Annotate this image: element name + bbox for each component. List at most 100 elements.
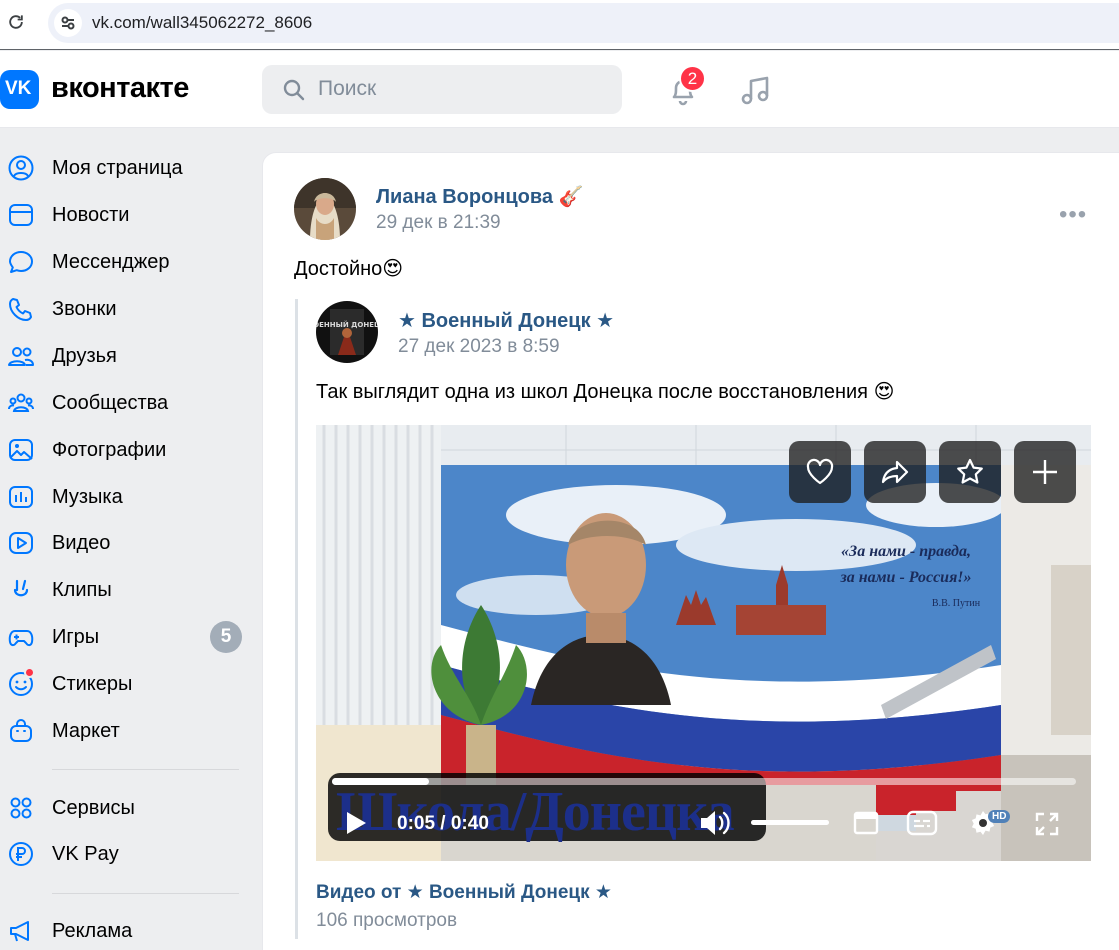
communities-icon xyxy=(8,393,34,412)
sidebar-item-messenger[interactable]: Мессенджер xyxy=(0,242,250,282)
share-icon xyxy=(881,460,909,484)
sidebar-item-label: Реклама xyxy=(52,920,133,942)
video-player[interactable]: «За нами - правда, за нами - Россия!» В.… xyxy=(316,425,1091,861)
vk-header: VK вконтакте 2 xyxy=(0,51,1119,128)
sidebar-item-label: Друзья xyxy=(52,345,117,367)
sidebar-item-my-page[interactable]: Моя страница xyxy=(0,148,250,188)
vk-brand[interactable]: вконтакте xyxy=(51,72,189,105)
sidebar-item-video[interactable]: Видео xyxy=(0,523,250,563)
tune-icon[interactable] xyxy=(54,9,82,37)
services-icon xyxy=(10,797,32,819)
notification-badge: 2 xyxy=(679,65,706,92)
author-avatar[interactable] xyxy=(294,178,356,240)
games-count-badge: 5 xyxy=(210,621,242,653)
miniplayer-icon[interactable] xyxy=(853,811,879,835)
sidebar-nav: Моя страница Новости Мессенджер Звонки Д… xyxy=(0,128,250,950)
photo-icon xyxy=(9,439,33,461)
megaphone-icon xyxy=(10,921,29,942)
heart-icon xyxy=(806,458,834,485)
post-date[interactable]: 29 дек в 21:39 xyxy=(376,212,501,234)
post-text: Достойно😍 xyxy=(294,258,404,280)
add-to-button[interactable] xyxy=(1014,441,1076,503)
sidebar-item-news[interactable]: Новости xyxy=(0,195,250,235)
fullscreen-icon[interactable] xyxy=(1033,810,1061,838)
sidebar-item-calls[interactable]: Звонки xyxy=(0,289,250,329)
music-icon xyxy=(9,486,33,508)
share-button[interactable] xyxy=(864,441,926,503)
sidebar-item-label: Музыка xyxy=(52,486,123,508)
vk-logo-text: VK xyxy=(5,78,32,99)
subtitles-icon[interactable] xyxy=(906,810,938,836)
volume-slider[interactable] xyxy=(751,820,829,825)
post-card: Лиана Воронцова 🎸 29 дек в 21:39 ••• Дос… xyxy=(262,152,1119,950)
mural-quote-2: за нами - Россия!» xyxy=(839,569,971,586)
repost-author-avatar[interactable]: ВОЕННЫЙ ДОНЕЦК xyxy=(316,301,378,363)
sidebar-item-label: Стикеры xyxy=(52,673,133,695)
sidebar-item-label: Сообщества xyxy=(52,392,169,414)
ruble-icon xyxy=(9,842,33,866)
bookmark-button[interactable] xyxy=(939,441,1001,503)
star-icon xyxy=(957,458,983,484)
sidebar-item-label: Маркет xyxy=(52,720,120,742)
sidebar-item-label: Звонки xyxy=(52,298,117,320)
sidebar-item-games[interactable]: Игры 5 xyxy=(0,617,250,657)
plus-icon xyxy=(1033,460,1057,484)
friends-icon xyxy=(8,347,34,366)
sidebar-item-label: VK Pay xyxy=(52,843,119,865)
volume-icon[interactable] xyxy=(698,808,734,838)
mural-author: В.В. Путин xyxy=(932,598,981,609)
music-icon[interactable] xyxy=(738,73,774,109)
sidebar-item-stickers[interactable]: Стикеры xyxy=(0,664,250,704)
search-box[interactable] xyxy=(262,65,622,114)
sidebar-item-label: Видео xyxy=(52,532,111,554)
gamepad-icon xyxy=(8,630,34,647)
play-icon[interactable] xyxy=(343,809,369,837)
sidebar-item-market[interactable]: Маркет xyxy=(0,711,250,751)
user-circle-icon xyxy=(8,155,34,181)
sidebar-item-ads[interactable]: Реклама xyxy=(0,911,250,950)
video-caption: Школа/Донецка xyxy=(336,781,735,843)
new-dot-indicator xyxy=(24,667,35,678)
sidebar-item-music[interactable]: Музыка xyxy=(0,477,250,517)
author-name[interactable]: Лиана Воронцова 🎸 xyxy=(376,184,584,209)
repost-author-name[interactable]: ★ Военный Донецк ★ xyxy=(398,308,614,333)
search-input[interactable] xyxy=(318,75,608,103)
sidebar-item-label: Игры xyxy=(52,626,100,648)
repost-border xyxy=(295,299,298,939)
sidebar-item-services[interactable]: Сервисы xyxy=(0,788,250,828)
sidebar-item-label: Клипы xyxy=(52,579,112,601)
video-icon xyxy=(9,532,33,554)
sidebar-item-communities[interactable]: Сообщества xyxy=(0,383,250,423)
vk-logo[interactable]: VK xyxy=(0,70,39,109)
sidebar-divider xyxy=(52,769,239,770)
more-options-icon[interactable]: ••• xyxy=(1059,201,1087,229)
url-text[interactable]: vk.com/wall345062272_8606 xyxy=(92,13,312,33)
sidebar-item-label: Фотографии xyxy=(52,439,167,461)
mural-quote-1: «За нами - правда, xyxy=(841,543,971,560)
clips-icon xyxy=(13,579,29,597)
sidebar-item-vk-pay[interactable]: VK Pay xyxy=(0,834,250,874)
repost-text: Так выглядит одна из школ Донецка после … xyxy=(316,381,895,403)
sidebar-item-label: Новости xyxy=(52,204,130,226)
sidebar-item-friends[interactable]: Друзья xyxy=(0,336,250,376)
hd-badge: HD xyxy=(988,810,1011,823)
market-icon xyxy=(10,719,32,742)
video-views: 106 просмотров xyxy=(316,910,458,931)
message-icon xyxy=(9,251,33,273)
sidebar-item-label: Сервисы xyxy=(52,797,135,819)
repost-date[interactable]: 27 дек 2023 в 8:59 xyxy=(398,336,560,358)
sidebar-item-label: Мессенджер xyxy=(52,251,170,273)
repost-avatar-text: ВОЕННЫЙ ДОНЕЦК xyxy=(316,320,378,329)
video-time: 0:05 / 0:40 xyxy=(397,813,489,834)
sidebar-divider xyxy=(52,893,239,894)
phone-icon xyxy=(9,298,32,321)
like-button[interactable] xyxy=(789,441,851,503)
reload-icon[interactable] xyxy=(6,12,26,32)
sidebar-item-clips[interactable]: Клипы xyxy=(0,570,250,610)
sidebar-item-photos[interactable]: Фотографии xyxy=(0,430,250,470)
address-bar[interactable]: vk.com/wall345062272_8606 xyxy=(48,3,1119,43)
volume-fill xyxy=(751,820,829,825)
news-icon xyxy=(9,204,33,226)
search-icon xyxy=(283,79,305,101)
video-source-link[interactable]: Видео от ★ Военный Донецк ★ xyxy=(316,881,612,904)
